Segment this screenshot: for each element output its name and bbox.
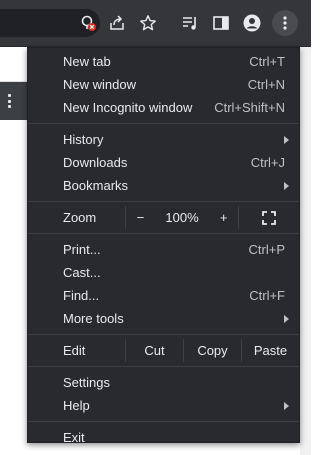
zoom-row: Zoom − 100% + <box>28 206 299 229</box>
menu-item-label: Exit <box>63 430 85 445</box>
menu-separator <box>28 233 299 234</box>
menu-item-label: Find... <box>63 288 100 303</box>
menu-separator <box>28 421 299 422</box>
submenu-arrow-icon <box>284 314 289 323</box>
zoom-level: 100% <box>165 210 199 225</box>
menu-item-settings[interactable]: Settings <box>28 371 299 394</box>
zoom-controls: − 100% + <box>125 206 239 229</box>
page-content-fragment <box>0 47 30 82</box>
menu-item-shortcut: Ctrl+P <box>248 242 285 257</box>
edit-row: Edit Cut Copy Paste <box>28 339 299 362</box>
submenu-arrow-icon <box>284 135 289 144</box>
menu-item-print[interactable]: Print... Ctrl+P <box>28 238 299 261</box>
fullscreen-icon <box>262 210 276 225</box>
menu-item-shortcut: Ctrl+F <box>249 288 285 303</box>
menu-item-help[interactable]: Help <box>28 394 299 417</box>
menu-item-shortcut: Ctrl+N <box>247 77 285 92</box>
zoom-in-button[interactable]: + <box>220 210 228 225</box>
menu-item-label: More tools <box>63 311 124 326</box>
menu-item-label: New tab <box>63 54 111 69</box>
menu-item-cast[interactable]: Cast... <box>28 261 299 284</box>
share-icon[interactable] <box>108 14 126 32</box>
profile-icon[interactable] <box>243 14 261 32</box>
menu-item-label: Bookmarks <box>63 178 129 193</box>
menu-item-label: New window <box>63 77 136 92</box>
menu-item-label: Downloads <box>63 155 128 170</box>
menu-item-label: Settings <box>63 375 110 390</box>
tracking-blocked-icon[interactable] <box>79 14 97 32</box>
media-playlist-icon[interactable] <box>181 14 199 32</box>
menu-item-shortcut: Ctrl+T <box>249 54 285 69</box>
menu-item-label: New Incognito window <box>63 100 193 115</box>
menu-item-label: Help <box>63 398 90 413</box>
zoom-out-button[interactable]: − <box>137 210 145 225</box>
menu-item-shortcut: Ctrl+Shift+N <box>214 100 285 115</box>
menu-item-find[interactable]: Find... Ctrl+F <box>28 284 299 307</box>
menu-item-history[interactable]: History <box>28 128 299 151</box>
chrome-menu-icon <box>283 16 287 30</box>
menu-item-more-tools[interactable]: More tools <box>28 307 299 330</box>
submenu-arrow-icon <box>284 401 289 410</box>
menu-item-downloads[interactable]: Downloads Ctrl+J <box>28 151 299 174</box>
paste-button[interactable]: Paste <box>241 339 299 362</box>
page-kebab-icon[interactable] <box>8 94 12 108</box>
side-panel-icon[interactable] <box>212 14 230 32</box>
menu-separator <box>28 201 299 202</box>
edit-label: Edit <box>63 343 86 358</box>
menu-separator <box>28 334 299 335</box>
menu-item-bookmarks[interactable]: Bookmarks <box>28 174 299 197</box>
menu-item-new-tab[interactable]: New tab Ctrl+T <box>28 50 299 73</box>
page-dark-header-fragment <box>0 82 30 120</box>
fullscreen-button[interactable] <box>239 206 299 229</box>
menu-item-new-incognito-window[interactable]: New Incognito window Ctrl+Shift+N <box>28 96 299 119</box>
cut-button[interactable]: Cut <box>125 339 183 362</box>
menu-item-label: Print... <box>63 242 101 257</box>
submenu-arrow-icon <box>284 181 289 190</box>
menu-item-label: History <box>63 132 104 147</box>
bookmark-star-icon[interactable] <box>139 14 157 32</box>
chrome-menu-button[interactable] <box>272 10 298 36</box>
copy-button[interactable]: Copy <box>183 339 241 362</box>
menu-separator <box>28 366 299 367</box>
menu-item-label: Cast... <box>63 265 101 280</box>
menu-item-new-window[interactable]: New window Ctrl+N <box>28 73 299 96</box>
zoom-label: Zoom <box>63 210 97 225</box>
menu-separator <box>28 123 299 124</box>
chrome-app-menu: New tab Ctrl+T New window Ctrl+N New Inc… <box>27 47 300 445</box>
menu-item-exit[interactable]: Exit <box>28 426 299 449</box>
menu-item-shortcut: Ctrl+J <box>250 155 285 170</box>
page-edge <box>300 47 311 455</box>
browser-toolbar <box>0 0 311 47</box>
